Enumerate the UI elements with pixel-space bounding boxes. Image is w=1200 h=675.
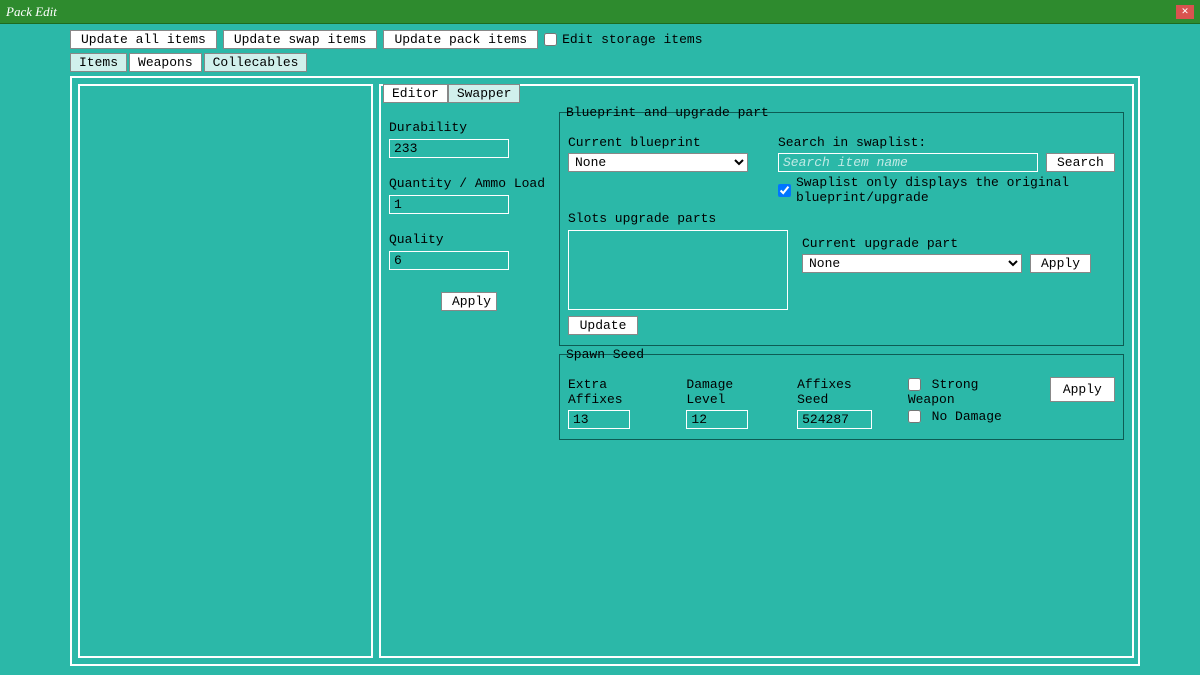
no-damage-checkbox-input[interactable] (908, 410, 921, 423)
extra-affixes-input[interactable] (568, 410, 630, 429)
spawn-seed-title: Spawn Seed (564, 347, 646, 362)
tab-items[interactable]: Items (70, 53, 127, 72)
seed-apply-button[interactable]: Apply (1050, 377, 1115, 402)
edit-storage-checkbox-input[interactable] (544, 33, 557, 46)
strong-weapon-checkbox-input[interactable] (908, 378, 921, 391)
tab-editor[interactable]: Editor (383, 84, 448, 103)
affixes-seed-label: Affixes Seed (797, 377, 890, 407)
damage-level-label: Damage Level (686, 377, 779, 407)
main-tab-bar: Items Weapons Collecables (0, 53, 1200, 72)
update-pack-button[interactable]: Update pack items (383, 30, 538, 49)
swaplist-filter-label: Swaplist only displays the original blue… (796, 175, 1115, 205)
editor-panel: Editor Swapper Durability Quantity / Amm… (379, 84, 1134, 658)
swaplist-filter-checkbox[interactable]: Swaplist only displays the original blue… (778, 175, 1115, 205)
blueprint-group-title: Blueprint and upgrade part (564, 105, 771, 120)
search-button[interactable]: Search (1046, 153, 1115, 172)
item-list-panel[interactable] (78, 84, 373, 658)
durability-label: Durability (389, 120, 549, 135)
slots-upgrade-list[interactable] (568, 230, 788, 310)
editor-body: Durability Quantity / Ammo Load Quality … (389, 112, 1124, 440)
window-title: Pack Edit (6, 4, 57, 20)
edit-storage-checkbox[interactable]: Edit storage items (544, 32, 702, 47)
damage-level-input[interactable] (686, 410, 748, 429)
search-swaplist-label: Search in swaplist: (778, 135, 1115, 150)
current-blueprint-label: Current blueprint (568, 135, 748, 150)
durability-input[interactable] (389, 139, 509, 158)
edit-storage-label: Edit storage items (562, 32, 702, 47)
stats-column: Durability Quantity / Ammo Load Quality … (389, 112, 549, 440)
content-area: Editor Swapper Durability Quantity / Amm… (70, 76, 1140, 666)
search-swaplist-input[interactable] (778, 153, 1038, 172)
tab-collecables[interactable]: Collecables (204, 53, 308, 72)
affixes-seed-input[interactable] (797, 410, 872, 429)
update-swap-button[interactable]: Update swap items (223, 30, 378, 49)
upgrade-apply-button[interactable]: Apply (1030, 254, 1091, 273)
blueprint-group: Blueprint and upgrade part Current bluep… (559, 112, 1124, 346)
current-upgrade-label: Current upgrade part (802, 236, 1091, 251)
spawn-seed-group: Spawn Seed Extra Affixes Damage Level Af… (559, 354, 1124, 440)
sub-tab-bar: Editor Swapper (383, 84, 520, 103)
quality-input[interactable] (389, 251, 509, 270)
slots-upgrade-label: Slots upgrade parts (568, 211, 716, 226)
quality-label: Quality (389, 232, 549, 247)
strong-weapon-checkbox[interactable]: Strong Weapon (908, 377, 1032, 407)
right-column: Blueprint and upgrade part Current bluep… (559, 112, 1124, 440)
stats-apply-button[interactable]: Apply (441, 292, 497, 311)
extra-affixes-label: Extra Affixes (568, 377, 668, 407)
update-all-button[interactable]: Update all items (70, 30, 217, 49)
tab-swapper[interactable]: Swapper (448, 84, 521, 103)
current-blueprint-select[interactable]: None (568, 153, 748, 172)
toolbar: Update all items Update swap items Updat… (0, 24, 1200, 53)
no-damage-label: No Damage (932, 409, 1002, 424)
no-damage-checkbox[interactable]: No Damage (908, 409, 1032, 424)
quantity-label: Quantity / Ammo Load (389, 176, 549, 191)
swaplist-filter-checkbox-input[interactable] (778, 184, 791, 197)
close-icon[interactable]: ✕ (1176, 5, 1194, 19)
blueprint-update-button[interactable]: Update (568, 316, 638, 335)
title-bar: Pack Edit ✕ (0, 0, 1200, 24)
quantity-input[interactable] (389, 195, 509, 214)
current-upgrade-select[interactable]: None (802, 254, 1022, 273)
tab-weapons[interactable]: Weapons (129, 53, 202, 72)
